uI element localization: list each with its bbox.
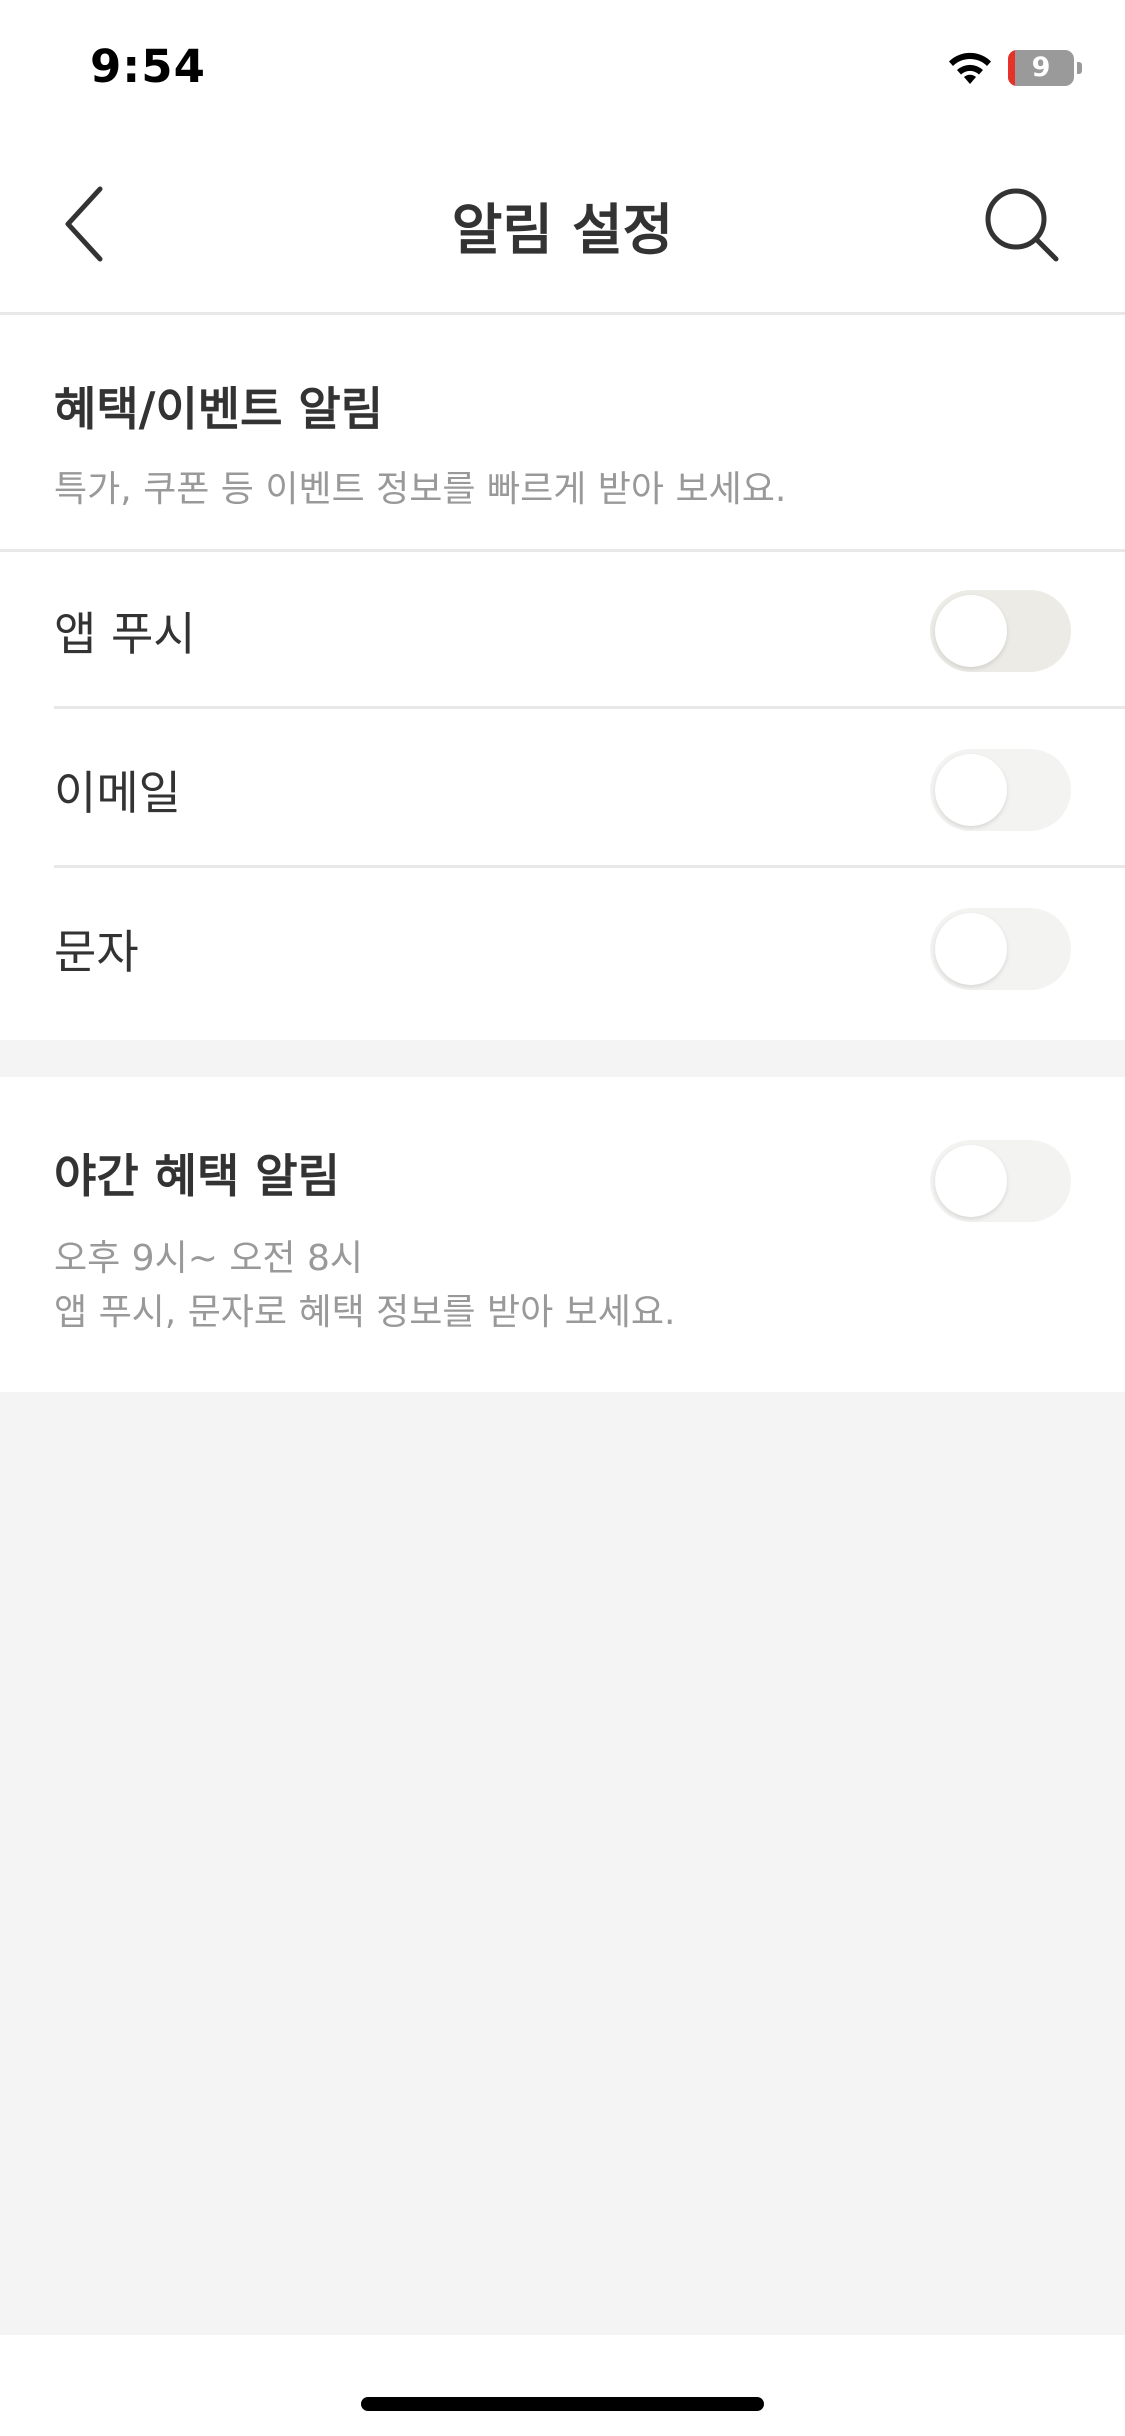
toggle-knob [935, 753, 1007, 826]
night-notification-toggle[interactable] [930, 1140, 1071, 1222]
night-description-text: 앱 푸시, 문자로 혜택 정보를 받아 보세요. [54, 1292, 676, 1333]
benefit-section-description: 특가, 쿠폰 등 이벤트 정보를 빠르게 받아 보세요. [54, 469, 787, 510]
night-section-title: 야간 혜택 알림 [54, 1149, 340, 1203]
divider [54, 865, 1125, 868]
notification-settings-screen: 9:54 9 알림 설정 혜택/이벤트 알림 특가, 쿠폰 등 이벤트 정보를 … [0, 0, 1125, 2436]
night-time-range: 오후 9시~ 오전 8시 [54, 1238, 364, 1279]
app-push-label: 앱 푸시 [54, 606, 196, 661]
toggle-knob [935, 912, 1007, 985]
email-toggle[interactable] [930, 748, 1071, 831]
email-label: 이메일 [54, 765, 181, 820]
home-indicator-area [0, 2335, 1125, 2436]
nav-header: 알림 설정 [0, 135, 1125, 315]
app-push-toggle[interactable] [930, 589, 1071, 672]
search-button[interactable] [982, 185, 1062, 265]
benefit-notification-section: 혜택/이벤트 알림 특가, 쿠폰 등 이벤트 정보를 빠르게 받아 보세요. 앱… [0, 315, 1125, 1040]
setting-row-email: 이메일 [0, 711, 1125, 868]
benefit-section-title: 혜택/이벤트 알림 [54, 382, 384, 436]
search-icon [985, 188, 1059, 262]
home-indicator[interactable] [361, 2397, 764, 2411]
sms-toggle[interactable] [930, 907, 1071, 990]
setting-row-app-push: 앱 푸시 [0, 552, 1125, 709]
setting-row-sms: 문자 [0, 870, 1125, 1027]
toggle-knob [935, 1145, 1007, 1217]
status-bar: 9:54 9 [0, 0, 1125, 135]
night-notification-section: 야간 혜택 알림 오후 9시~ 오전 8시 앱 푸시, 문자로 혜택 정보를 받… [0, 1077, 1125, 1392]
battery-level-text: 9 [1031, 52, 1051, 83]
wifi-icon [949, 52, 991, 84]
page-title: 알림 설정 [451, 198, 674, 262]
battery-icon: 9 [1008, 50, 1082, 86]
night-section-description: 오후 9시~ 오전 8시 앱 푸시, 문자로 혜택 정보를 받아 보세요. [54, 1232, 675, 1340]
divider [54, 706, 1125, 709]
toggle-knob [935, 594, 1007, 667]
benefit-section-header: 혜택/이벤트 알림 특가, 쿠폰 등 이벤트 정보를 빠르게 받아 보세요. [0, 315, 1125, 552]
sms-label: 문자 [54, 924, 139, 979]
status-time: 9:54 [90, 40, 206, 93]
